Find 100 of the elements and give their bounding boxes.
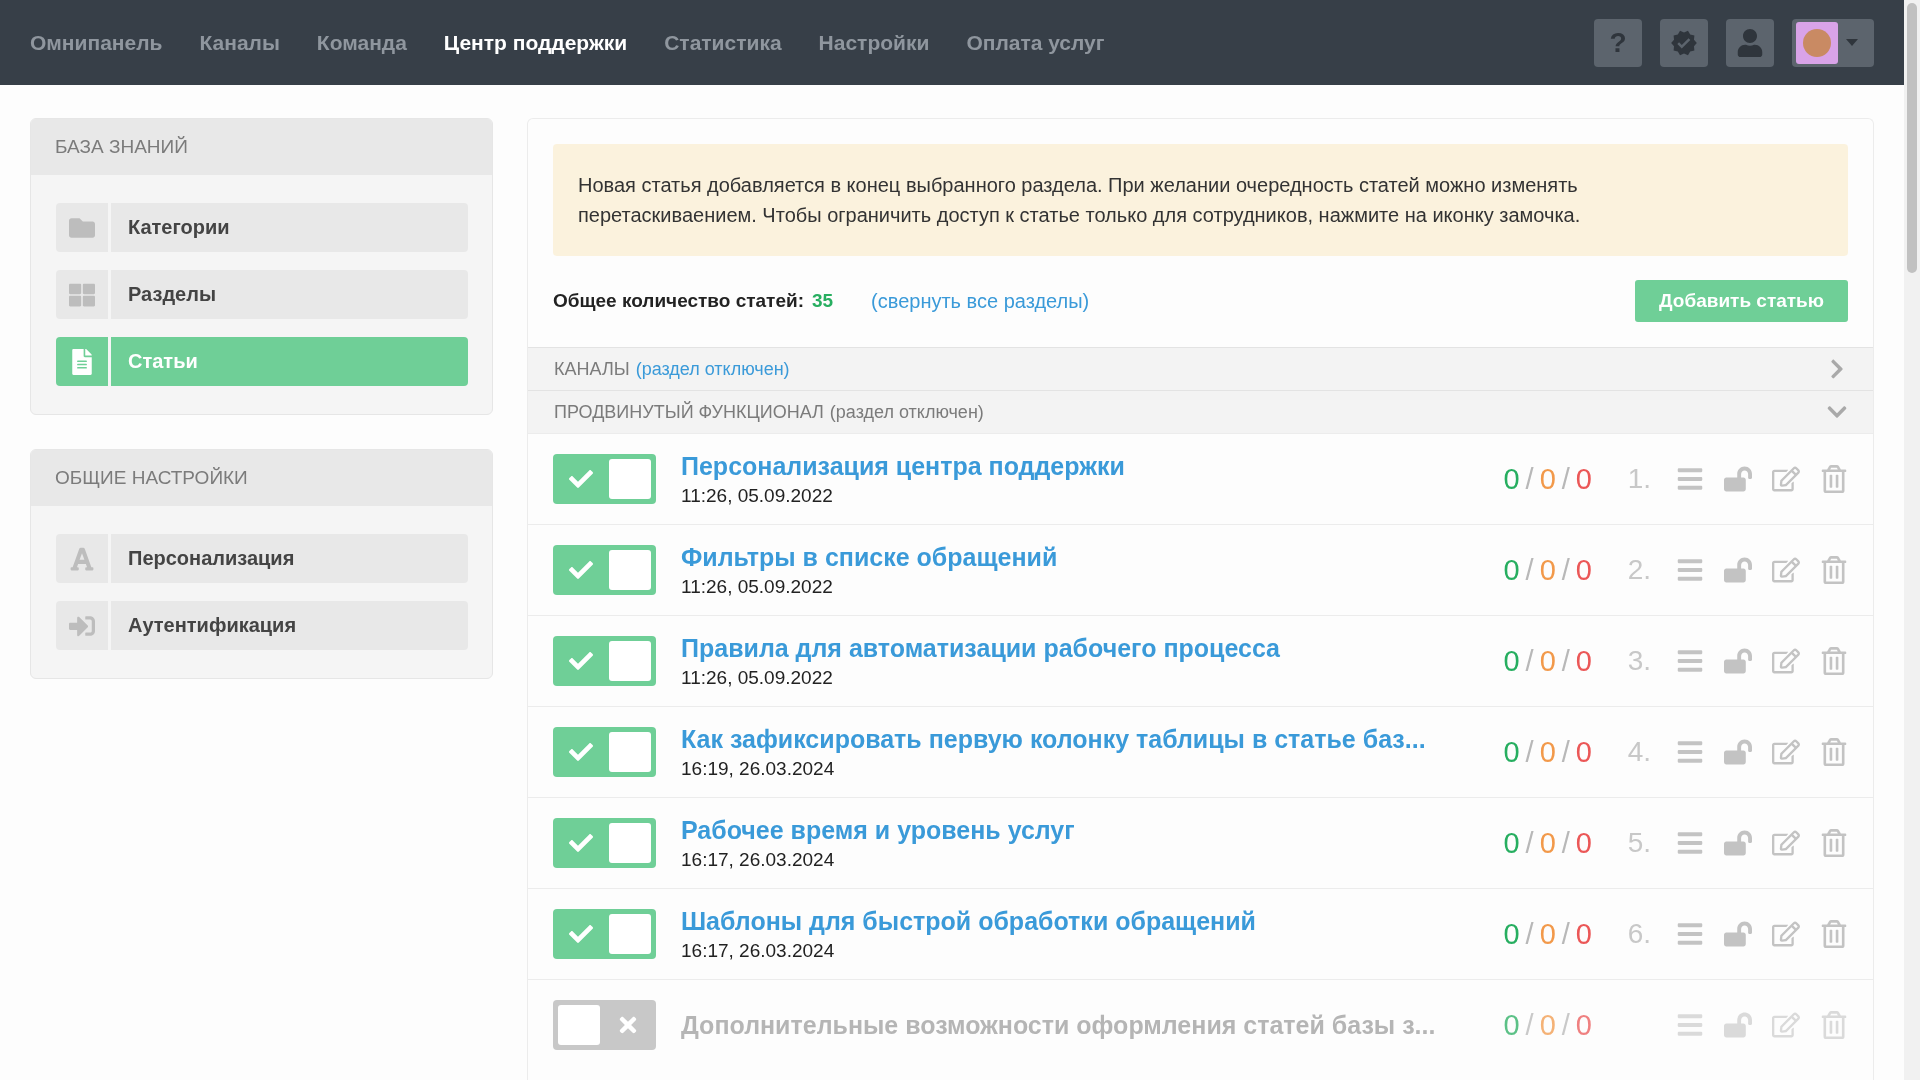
rating-count: 0 (1575, 644, 1592, 677)
edit-icon[interactable] (1772, 738, 1800, 766)
scrollbar-thumb[interactable] (1907, 3, 1917, 273)
trash-icon[interactable] (1820, 920, 1848, 948)
drag-handle-icon[interactable] (1676, 1011, 1704, 1039)
rating-count: 0 (1539, 826, 1556, 859)
sidebar-item[interactable]: Разделы (56, 270, 468, 319)
toggle-switch[interactable] (553, 454, 656, 504)
sidebar-item[interactable]: Персонализация (56, 534, 468, 583)
article-date: 11:26, 05.09.2022 (681, 484, 834, 507)
nav-link[interactable]: Оплата услуг (966, 30, 1105, 55)
nav-link[interactable]: Каналы (199, 30, 280, 55)
avatar-face (1803, 28, 1831, 57)
trash-icon[interactable] (1820, 738, 1848, 766)
nav-link[interactable]: Команда (316, 30, 407, 55)
sidebar-item[interactable]: Категории (56, 203, 468, 252)
article-title[interactable]: Как зафиксировать первую колонку таблицы в статье баз... (681, 724, 1479, 754)
drag-handle-icon[interactable] (1676, 465, 1704, 493)
rating-count: 0 (1575, 1008, 1592, 1041)
article-title[interactable]: Дополнительные возможности оформления статей базы з... (681, 1010, 1479, 1040)
unlocked-icon[interactable] (1724, 647, 1752, 675)
article-title[interactable]: Персонализация центра поддержки (681, 451, 1479, 481)
avatar-button[interactable] (1792, 18, 1874, 67)
edit-icon[interactable] (1772, 647, 1800, 675)
total-count: 35 (811, 290, 834, 312)
check-icon (569, 922, 593, 946)
sidebar-item-label: Категории (127, 215, 230, 240)
badge-button[interactable] (1660, 18, 1708, 67)
unlocked-icon[interactable] (1724, 1011, 1752, 1039)
article-title[interactable]: Рабочее время и уровень услуг (681, 815, 1479, 845)
slash-separator: / (1525, 1008, 1534, 1041)
grid-icon (69, 281, 95, 308)
article-title[interactable]: Фильтры в списке обращений (681, 542, 1479, 572)
article-row[interactable]: Дополнительные возможности оформления статей базы з... 0 / 0 / 0 (528, 979, 1873, 1070)
rating-count: 0 (1539, 735, 1556, 768)
rating-count: 0 (1503, 553, 1520, 586)
sidebar-item-label: Статьи (127, 349, 198, 374)
unlocked-icon[interactable] (1724, 738, 1752, 766)
drag-handle-icon[interactable] (1676, 738, 1704, 766)
trash-icon[interactable] (1820, 465, 1848, 493)
unlocked-icon[interactable] (1724, 920, 1752, 948)
add-article-button[interactable]: Добавить статью (1635, 280, 1848, 322)
sidebar-item[interactable]: Статьи (56, 337, 468, 386)
article-date: 16:17, 26.03.2024 (681, 848, 836, 871)
nav-link[interactable]: Омнипанель (30, 30, 163, 55)
section-name: КАНАЛЫ (554, 358, 630, 380)
toggle-switch[interactable] (553, 636, 656, 686)
slash-separator: / (1561, 462, 1570, 495)
edit-icon[interactable] (1772, 829, 1800, 857)
scrollbar[interactable] (1904, 0, 1920, 1080)
toggle-switch[interactable] (553, 727, 656, 777)
slash-separator: / (1561, 917, 1570, 950)
rating-count: 0 (1539, 1008, 1556, 1041)
nav-link[interactable]: Настройки (818, 30, 930, 55)
edit-icon[interactable] (1772, 556, 1800, 584)
unlocked-icon[interactable] (1724, 556, 1752, 584)
toggle-switch[interactable] (553, 909, 656, 959)
toggle-switch[interactable] (553, 818, 656, 868)
collapse-all-link[interactable]: (свернуть все разделы) (871, 289, 1090, 313)
rating-count: 0 (1575, 917, 1592, 950)
user-icon (1736, 28, 1764, 57)
slash-separator: / (1525, 917, 1534, 950)
toggle-switch[interactable] (553, 545, 656, 595)
article-title[interactable]: Шаблоны для быстрой обработки обращений (681, 906, 1479, 936)
slash-separator: / (1525, 553, 1534, 586)
section-header[interactable]: ПРОДВИНУТЫЙ ФУНКЦИОНАЛ (раздел отключен) (528, 390, 1873, 433)
rating-count: 0 (1503, 462, 1520, 495)
drag-handle-icon[interactable] (1676, 647, 1704, 675)
nav-link[interactable]: Статистика (664, 30, 782, 55)
edit-icon[interactable] (1772, 1011, 1800, 1039)
slash-separator: / (1561, 735, 1570, 768)
sidebar-item[interactable]: Аутентификация (56, 601, 468, 650)
trash-icon[interactable] (1820, 647, 1848, 675)
slash-separator: / (1561, 1008, 1570, 1041)
sidebar-item-label: Персонализация (127, 546, 295, 571)
sidebar-item-label: Аутентификация (127, 613, 297, 638)
article-title[interactable]: Правила для автоматизации рабочего процесса (681, 633, 1479, 663)
trash-icon[interactable] (1820, 829, 1848, 857)
article-date: 11:26, 05.09.2022 (681, 575, 834, 598)
slash-separator: / (1525, 826, 1534, 859)
trash-icon[interactable] (1820, 1011, 1848, 1039)
rating-count: 0 (1539, 917, 1556, 950)
drag-handle-icon[interactable] (1676, 556, 1704, 584)
drag-handle-icon[interactable] (1676, 829, 1704, 857)
unlocked-icon[interactable] (1724, 465, 1752, 493)
toggle-knob (609, 550, 651, 590)
section-header[interactable]: КАНАЛЫ (раздел отключен) (528, 347, 1873, 390)
sidebar-item-label: Разделы (127, 282, 216, 307)
user-button[interactable] (1726, 18, 1774, 67)
unlocked-icon[interactable] (1724, 829, 1752, 857)
edit-icon[interactable] (1772, 920, 1800, 948)
drag-handle-icon[interactable] (1676, 920, 1704, 948)
toggle-knob (609, 459, 651, 499)
edit-icon[interactable] (1772, 465, 1800, 493)
trash-icon[interactable] (1820, 556, 1848, 584)
slash-separator: / (1561, 826, 1570, 859)
nav-link[interactable]: Центр поддержки (443, 30, 628, 55)
check-icon (569, 649, 593, 673)
help-button[interactable]: ? (1594, 18, 1642, 67)
toggle-switch[interactable] (553, 1000, 656, 1050)
